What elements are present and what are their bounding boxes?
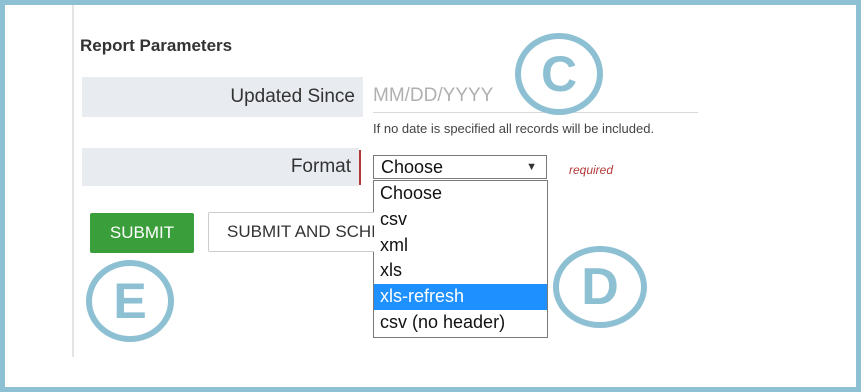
format-label: Format	[82, 148, 359, 186]
callout-c: C	[515, 33, 603, 115]
callout-d: D	[553, 246, 647, 328]
submit-button[interactable]: SUBMIT	[90, 213, 194, 253]
format-select-value: Choose	[381, 157, 444, 177]
format-option-xls[interactable]: xls	[374, 258, 547, 284]
format-option-csv-no-header[interactable]: csv (no header)	[374, 310, 547, 336]
updated-since-help: If no date is specified all records will…	[373, 121, 655, 136]
required-indicator-bar	[359, 150, 361, 185]
format-option-choose[interactable]: Choose	[374, 181, 547, 207]
required-label: required	[569, 163, 614, 177]
updated-since-label: Updated Since	[82, 77, 363, 117]
caret-down-icon: ▼	[526, 161, 537, 173]
left-divider	[72, 5, 74, 357]
format-dropdown-list: Choose csv xml xls xls-refresh csv (no h…	[373, 180, 548, 338]
format-select[interactable]: Choose ▼	[373, 155, 547, 179]
format-option-xls-refresh[interactable]: xls-refresh	[374, 284, 547, 310]
submit-and-schedule-button[interactable]: SUBMIT AND SCHEDULE	[208, 212, 374, 252]
format-option-xml[interactable]: xml	[374, 233, 547, 259]
format-option-csv[interactable]: csv	[374, 207, 547, 233]
callout-e: E	[86, 260, 174, 342]
section-title: Report Parameters	[80, 36, 233, 55]
